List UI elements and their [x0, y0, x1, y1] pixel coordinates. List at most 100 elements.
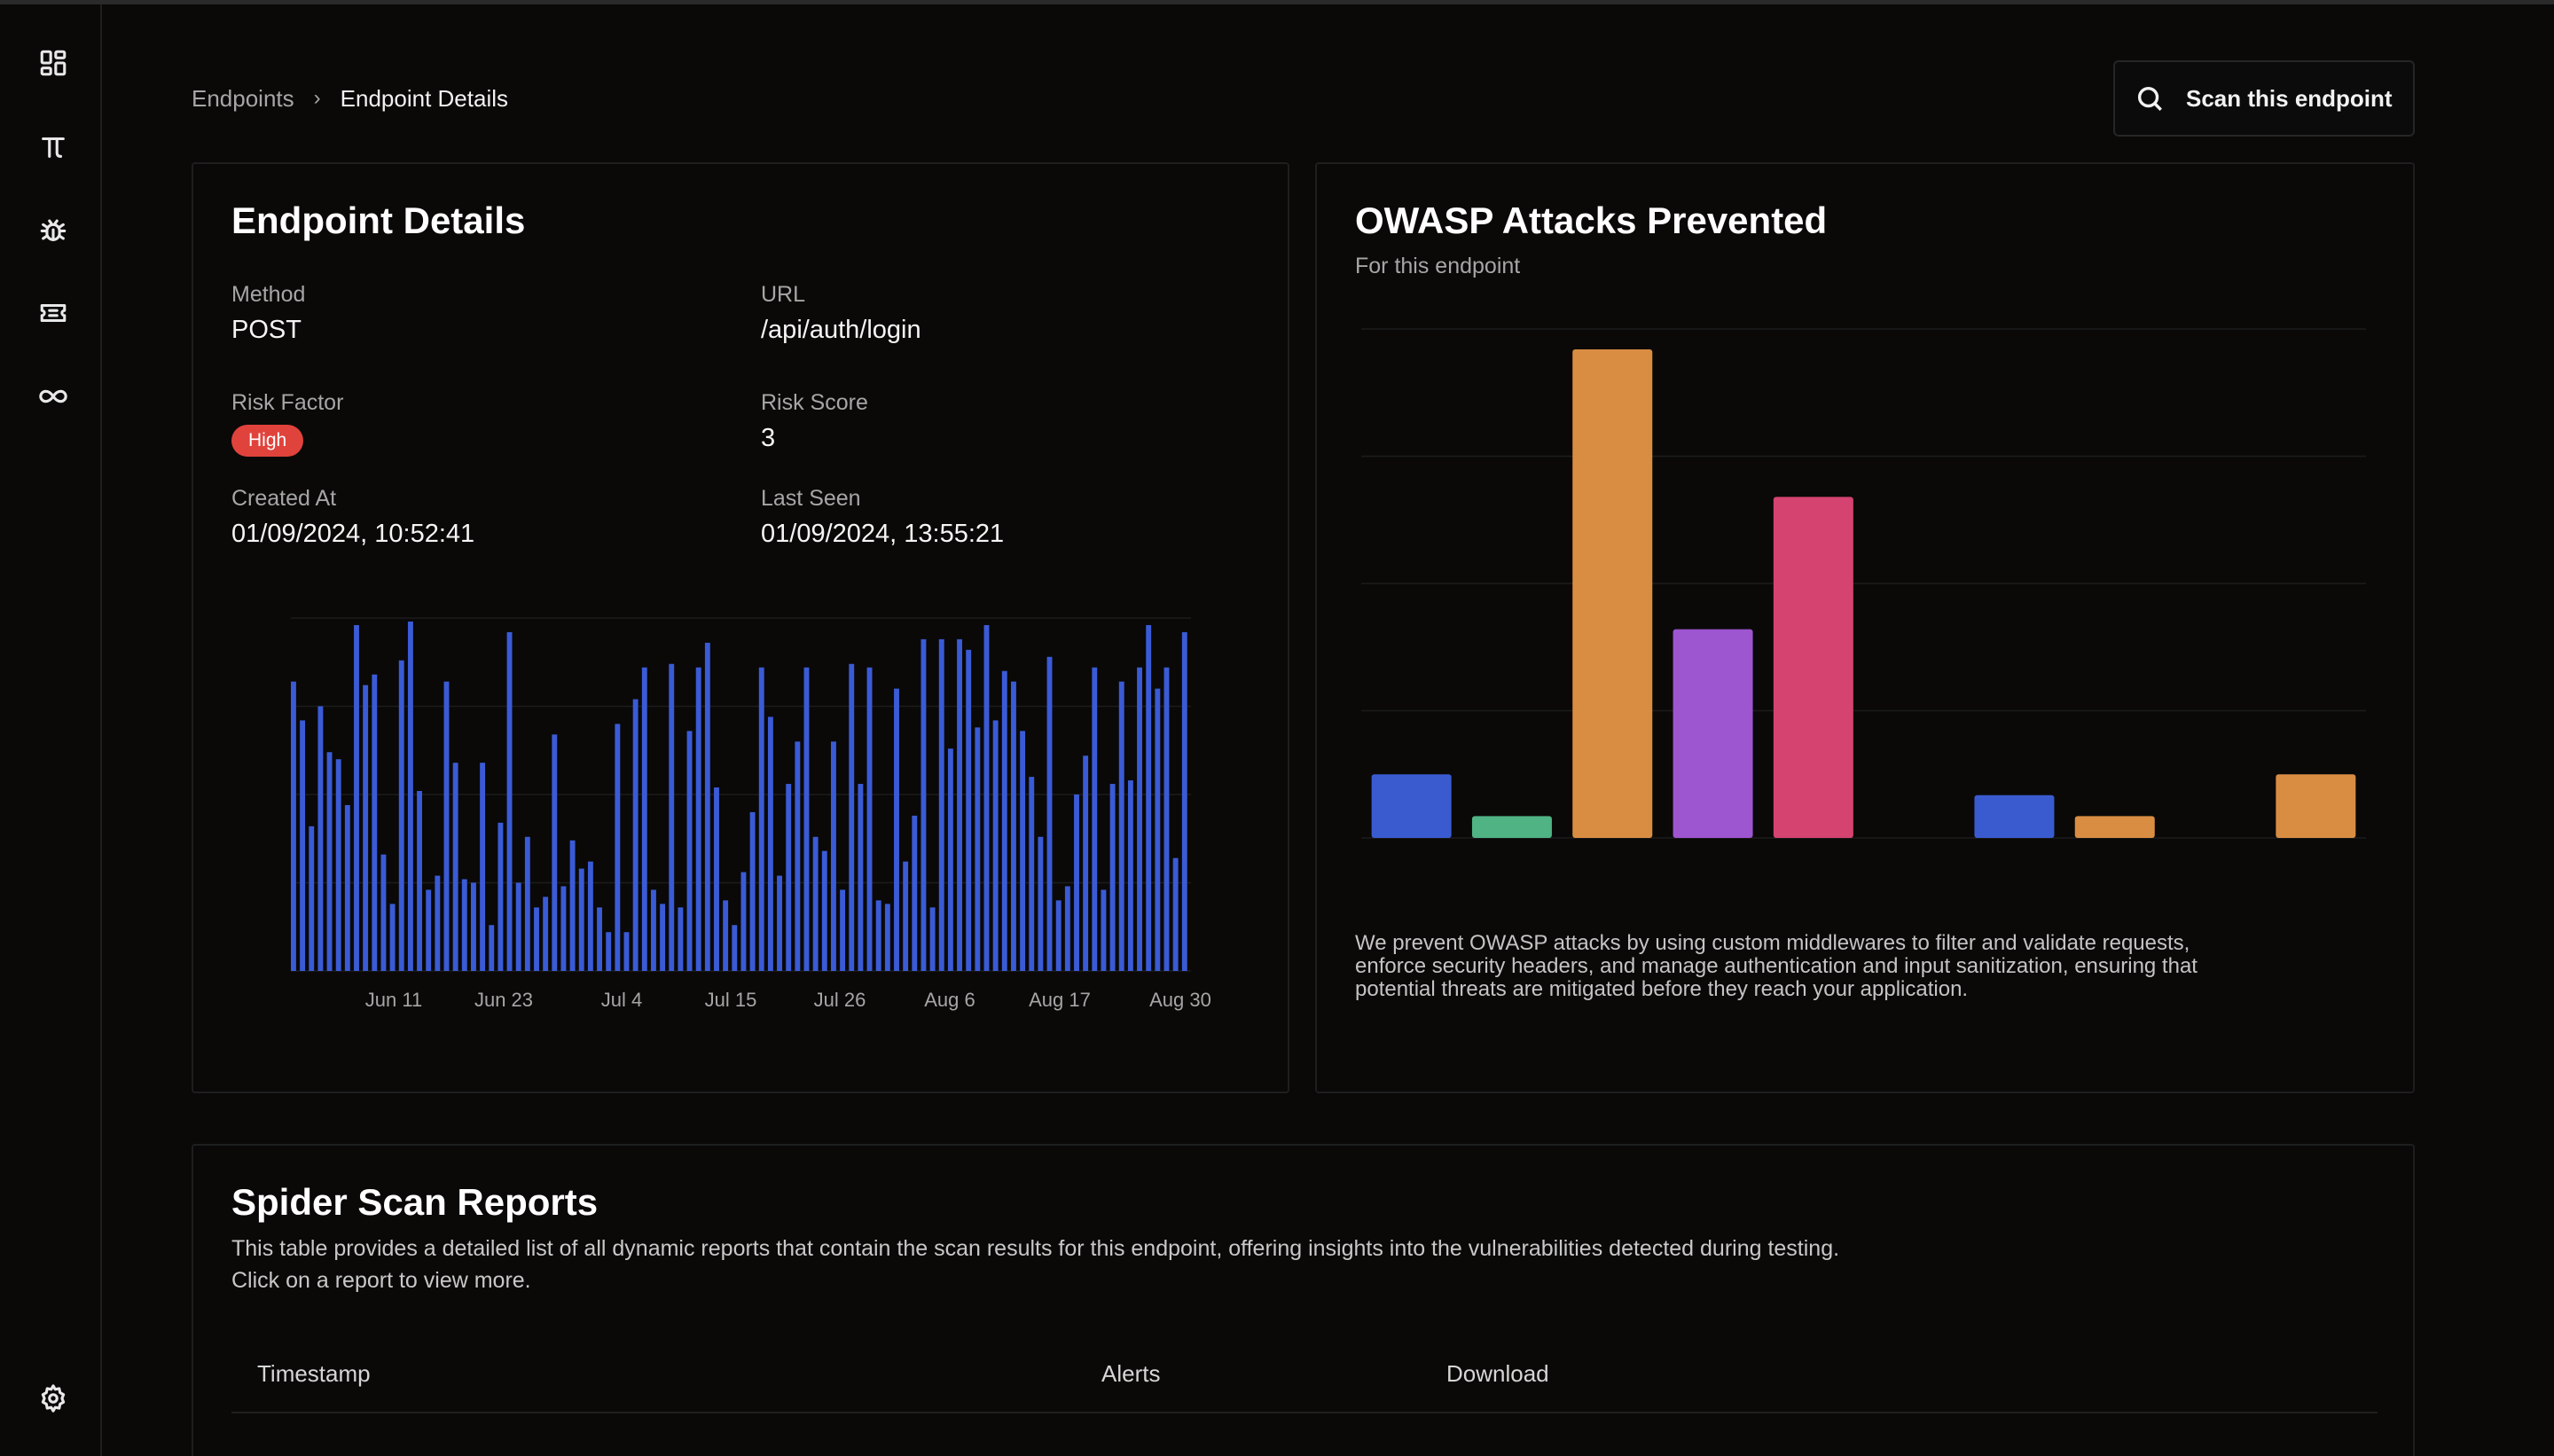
column-alerts[interactable]: Alerts	[1101, 1360, 1160, 1388]
activity-bar	[1092, 667, 1098, 971]
activity-bar	[1163, 667, 1170, 971]
activity-bar	[795, 741, 801, 971]
activity-bar	[587, 861, 593, 971]
activity-bar	[407, 621, 413, 971]
activity-bar	[723, 900, 729, 971]
activity-bar	[975, 727, 981, 971]
activity-x-tick-label: Aug 30	[1149, 989, 1211, 1011]
activity-bar	[335, 759, 341, 971]
dashboard-icon[interactable]	[35, 45, 71, 81]
activity-bar	[524, 836, 530, 971]
activity-bar	[471, 882, 476, 971]
activity-x-tick-label: Jun 23	[474, 989, 533, 1011]
activity-x-tick-label: Jun 11	[365, 989, 422, 1011]
activity-bar	[938, 638, 944, 971]
activity-bar	[380, 854, 387, 971]
scan-endpoint-label: Scan this endpoint	[2186, 84, 2393, 112]
activity-bar	[515, 882, 521, 971]
activity-bar	[921, 638, 927, 971]
search-icon	[2137, 86, 2162, 111]
activity-bar	[578, 868, 584, 971]
column-timestamp[interactable]: Timestamp	[257, 1360, 371, 1388]
activity-bar	[1101, 889, 1107, 971]
activity-bar	[903, 861, 909, 971]
activity-bar	[912, 815, 918, 971]
activity-bar	[894, 688, 899, 971]
infinity-icon[interactable]	[35, 379, 71, 414]
activity-bar	[417, 791, 422, 971]
activity-bar	[651, 889, 656, 971]
activity-bar	[875, 900, 881, 971]
bug-icon[interactable]	[35, 212, 71, 247]
breadcrumb: Endpoints › Endpoint Details	[192, 85, 508, 112]
owasp-bar	[1572, 348, 1653, 838]
activity-bar	[641, 667, 647, 971]
pi-icon[interactable]	[35, 129, 71, 164]
sidebar	[0, 4, 102, 1456]
spider-scan-description: This table provides a detailed list of a…	[231, 1236, 1840, 1261]
activity-bar	[749, 811, 756, 971]
activity-x-tick-label: Jul 4	[601, 989, 642, 1011]
activity-bar	[426, 889, 432, 971]
activity-bar	[497, 822, 504, 971]
activity-bar	[669, 663, 675, 971]
activity-bar	[732, 925, 738, 971]
activity-bar	[803, 667, 810, 971]
activity-bar	[569, 840, 576, 971]
activity-bar	[552, 734, 558, 971]
activity-bar	[740, 872, 747, 971]
owasp-description-line-2: enforce security headers, and manage aut…	[1355, 954, 2198, 978]
activity-bar	[704, 642, 710, 971]
owasp-description-line-3: potential threats are mitigated before t…	[1355, 977, 1969, 1001]
owasp-bar	[2074, 816, 2155, 838]
activity-bar	[606, 932, 612, 971]
owasp-card: OWASP Attacks Prevented For this endpoin…	[1315, 162, 2415, 1093]
activity-bar	[758, 667, 764, 971]
owasp-bar	[1773, 497, 1853, 838]
activity-bar	[858, 784, 864, 971]
activity-bar	[821, 850, 827, 971]
activity-bar	[615, 724, 621, 971]
activity-bar	[1118, 681, 1124, 971]
activity-bar	[1055, 900, 1062, 971]
activity-bar	[1064, 886, 1070, 971]
activity-bar	[1127, 780, 1133, 971]
window-top-border	[0, 0, 2554, 4]
activity-bar	[389, 904, 396, 971]
activity-bar	[1046, 656, 1053, 971]
activity-bar	[831, 741, 836, 971]
activity-bar	[929, 907, 936, 971]
owasp-description-line-1: We prevent OWASP attacks by using custom…	[1355, 931, 2190, 955]
owasp-bar	[1974, 795, 2055, 838]
activity-bar	[840, 889, 846, 971]
owasp-bar	[2276, 774, 2356, 838]
activity-bar	[623, 932, 630, 971]
activity-bar	[866, 667, 873, 971]
activity-bar	[1020, 731, 1026, 971]
gear-icon[interactable]	[35, 1381, 71, 1416]
activity-bar	[597, 907, 602, 971]
column-download: Download	[1446, 1360, 1549, 1387]
activity-bar	[1172, 857, 1179, 971]
owasp-bar	[1673, 629, 1753, 838]
owasp-bar	[1371, 774, 1452, 838]
activity-bar	[786, 784, 792, 971]
activity-bar	[363, 685, 369, 971]
activity-bar	[300, 720, 306, 971]
activity-bar	[777, 875, 782, 971]
activity-x-tick-label: Jul 15	[705, 989, 757, 1011]
activity-bar	[1038, 836, 1044, 971]
activity-bar	[534, 907, 539, 971]
activity-bar	[678, 907, 684, 971]
activity-bar	[660, 904, 666, 971]
activity-bar	[344, 804, 350, 971]
activity-bar	[884, 904, 890, 971]
ticket-icon[interactable]	[35, 295, 71, 331]
activity-bar	[695, 667, 701, 971]
endpoint-details-card: Endpoint Details Method POST URL /api/au…	[192, 162, 1289, 1093]
breadcrumb-endpoints-link[interactable]: Endpoints	[192, 85, 294, 113]
activity-bar	[992, 720, 999, 971]
scan-endpoint-button[interactable]: Scan this endpoint	[2113, 60, 2415, 137]
activity-bar	[317, 706, 324, 971]
spider-scan-card: Spider Scan Reports This table provides …	[192, 1144, 2415, 1456]
